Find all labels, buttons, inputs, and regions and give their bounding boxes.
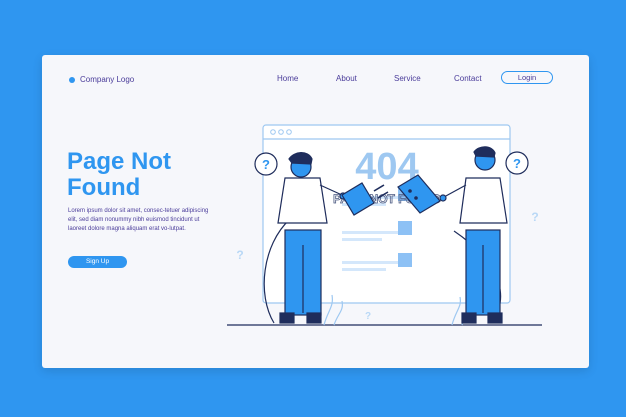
question-left-icon: ? (254, 152, 278, 176)
svg-text:?: ? (513, 156, 521, 171)
question-small-right-icon: ? (531, 210, 538, 224)
svg-text:?: ? (262, 157, 270, 172)
question-right-icon: ? (505, 151, 529, 175)
error-illustration: 404 PAGE NOT FOUND ? ? ? ? ? (227, 124, 542, 326)
question-small-left-icon: ? (236, 248, 243, 262)
question-small-bottom-icon: ? (365, 311, 371, 322)
landing-card: Company Logo Home About Service Contact … (42, 55, 589, 368)
